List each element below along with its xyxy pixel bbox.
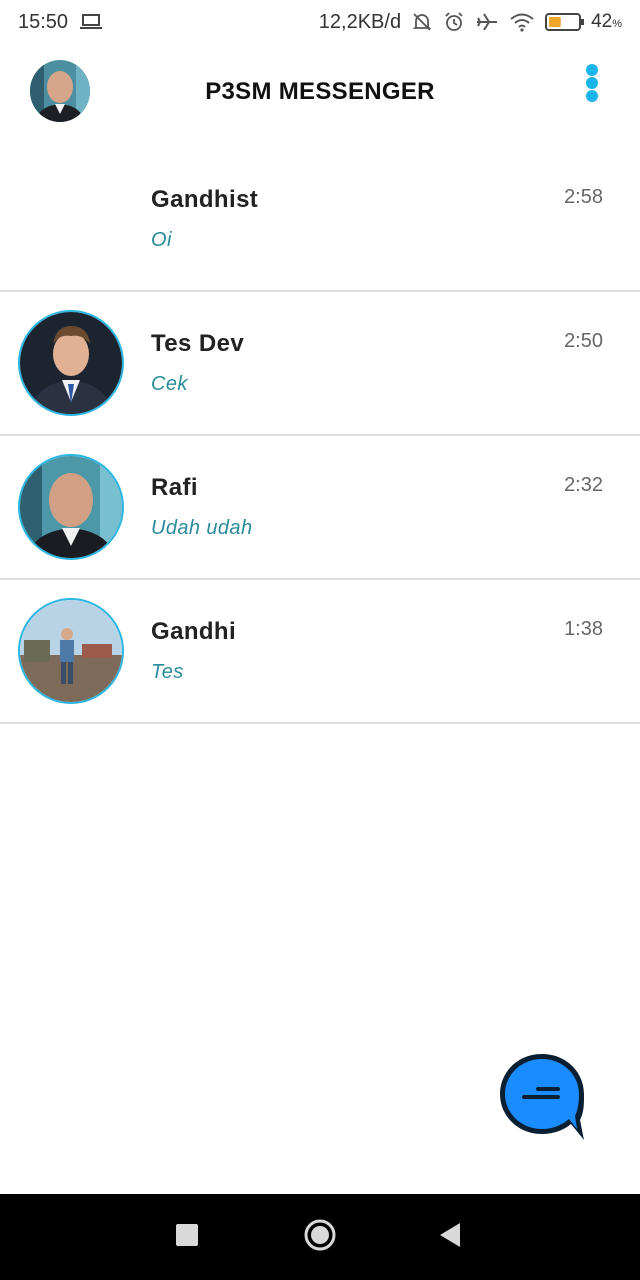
bell-off-icon	[411, 11, 433, 33]
app-title: P3SM MESSENGER	[205, 78, 435, 105]
menu-dot-icon	[586, 90, 598, 102]
chat-name: Gandhist	[151, 186, 259, 213]
chat-list: Gandhist Oi 2:58 Tes Dev Cek 2:50 Rafi U…	[0, 148, 640, 724]
status-right: 12,2KB/d 42%	[319, 11, 622, 34]
battery-indicator: 42%	[545, 11, 622, 33]
chat-name: Rafi	[151, 474, 198, 501]
menu-dot-icon	[586, 77, 598, 89]
battery-percent-value: 42	[591, 11, 613, 32]
messenger-screen: 15:50 12,2KB/d 42% P3SM MESSENGER Gandhi…	[0, 0, 640, 1280]
chat-preview: Cek	[151, 373, 188, 395]
back-icon	[438, 1222, 462, 1253]
contact-avatar	[18, 598, 124, 704]
wifi-icon	[509, 12, 535, 32]
chat-name: Tes Dev	[151, 330, 245, 357]
chat-item[interactable]: Rafi Udah udah 2:32	[0, 436, 640, 580]
chat-time: 2:50	[564, 330, 603, 352]
navigation-bar	[0, 1194, 640, 1280]
home-icon	[303, 1218, 337, 1257]
chat-item[interactable]: Gandhi Tes 1:38	[0, 580, 640, 724]
chat-preview: Tes	[151, 661, 184, 683]
chat-item[interactable]: Gandhist Oi 2:58	[0, 148, 640, 292]
chat-time: 2:32	[564, 474, 603, 496]
overflow-menu-button[interactable]	[576, 60, 608, 106]
recent-apps-button[interactable]	[166, 1194, 208, 1280]
contact-avatar	[18, 454, 124, 560]
chat-item[interactable]: Tes Dev Cek 2:50	[0, 292, 640, 436]
recent-apps-icon	[176, 1223, 198, 1251]
app-header: P3SM MESSENGER	[0, 44, 640, 140]
alarm-icon	[443, 11, 465, 33]
chat-preview: Oi	[151, 229, 172, 251]
battery-percent: 42%	[591, 11, 622, 33]
chat-preview: Udah udah	[151, 517, 253, 539]
contact-avatar	[18, 310, 124, 416]
new-chat-button[interactable]	[496, 1050, 588, 1142]
new-chat-icon	[496, 1054, 588, 1146]
back-button[interactable]	[430, 1194, 470, 1280]
status-bar: 15:50 12,2KB/d 42%	[0, 0, 640, 44]
status-left: 15:50	[18, 10, 103, 34]
airplane-icon	[475, 11, 499, 33]
home-button[interactable]	[298, 1194, 342, 1280]
menu-dot-icon	[586, 64, 598, 76]
laptop-icon	[80, 14, 103, 30]
status-time: 15:50	[18, 10, 69, 33]
network-speed: 12,2KB/d	[318, 10, 402, 33]
chat-time: 1:38	[564, 618, 603, 640]
chat-name: Gandhi	[151, 618, 237, 645]
battery-percent-unit: %	[612, 18, 622, 30]
chat-time: 2:58	[564, 186, 603, 208]
battery-icon	[545, 12, 585, 32]
